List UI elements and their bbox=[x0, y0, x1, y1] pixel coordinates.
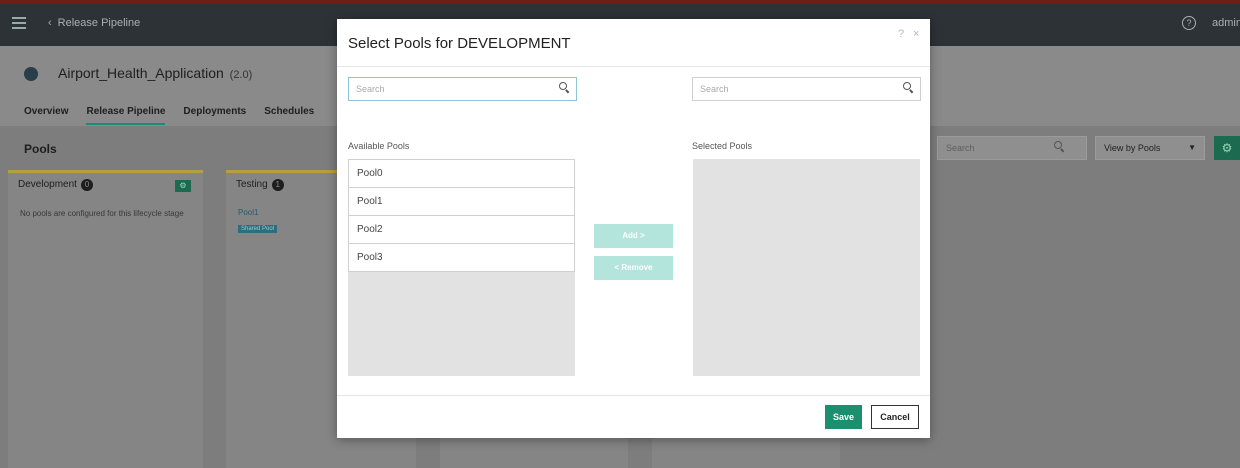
back-link-label: Release Pipeline bbox=[57, 17, 141, 29]
available-pools-label: Available Pools bbox=[348, 141, 410, 151]
application-name: Airport_Health_Application bbox=[58, 65, 224, 81]
pools-section-title: Pools bbox=[24, 142, 57, 156]
search-icon bbox=[1054, 141, 1065, 153]
available-pool-item[interactable]: Pool3 bbox=[348, 243, 575, 272]
available-pool-item[interactable]: Pool0 bbox=[348, 159, 575, 188]
available-pools-search-input[interactable] bbox=[349, 78, 549, 100]
cancel-button[interactable]: Cancel bbox=[871, 405, 919, 429]
application-tabs: Overview Release Pipeline Deployments Sched… bbox=[24, 101, 332, 125]
stage-pool-link[interactable]: Pool1 bbox=[238, 208, 258, 217]
dialog-title: Select Pools for DEVELOPMENT bbox=[348, 35, 571, 52]
help-icon[interactable]: ? bbox=[1182, 16, 1196, 30]
tab-schedules[interactable]: Schedules bbox=[264, 106, 314, 123]
view-by-value: View by Pools bbox=[1104, 143, 1161, 153]
chevron-left-icon: ‹ bbox=[48, 17, 52, 29]
remove-pool-button[interactable]: < Remove bbox=[594, 256, 673, 280]
selected-pools-list bbox=[693, 159, 920, 376]
user-menu[interactable]: admin bbox=[1212, 17, 1240, 29]
stage-pool-count: 0 bbox=[80, 179, 93, 191]
stage-settings-button[interactable]: ⚙ bbox=[175, 180, 191, 192]
available-pool-item[interactable]: Pool2 bbox=[348, 215, 575, 244]
shared-pool-badge: Shared Pool bbox=[238, 225, 278, 233]
view-by-select[interactable]: View by Pools ▼ bbox=[1095, 136, 1205, 160]
selected-pools-label: Selected Pools bbox=[692, 141, 753, 151]
stage-name: Testing bbox=[236, 179, 268, 190]
tab-deployments[interactable]: Deployments bbox=[183, 106, 246, 123]
save-button[interactable]: Save bbox=[825, 405, 862, 429]
pools-search-field[interactable]: Search bbox=[937, 136, 1087, 160]
application-title: Airport_Health_Application (2.0) bbox=[58, 65, 252, 81]
available-pool-item[interactable]: Pool1 bbox=[348, 187, 575, 216]
application-version: (2.0) bbox=[229, 69, 253, 81]
stage-empty-message: No pools are configured for this lifecyc… bbox=[20, 209, 184, 218]
pools-search-placeholder: Search bbox=[946, 143, 975, 153]
application-avatar bbox=[24, 67, 38, 81]
hamburger-menu-icon[interactable] bbox=[12, 17, 26, 29]
search-icon bbox=[559, 82, 570, 94]
stage-pool-count: 1 bbox=[271, 179, 284, 191]
stage-title: Development 0 bbox=[18, 179, 93, 191]
stage-header: Development 0 ⚙ bbox=[8, 170, 203, 196]
dialog-close-icon[interactable]: × bbox=[913, 28, 919, 40]
available-pools-search[interactable] bbox=[348, 77, 577, 101]
stage-name: Development bbox=[18, 179, 77, 190]
dialog-header: Select Pools for DEVELOPMENT ? × bbox=[337, 19, 930, 67]
caret-down-icon: ▼ bbox=[1188, 143, 1196, 152]
tab-overview[interactable]: Overview bbox=[24, 106, 68, 123]
settings-gear-button[interactable]: ⚙ bbox=[1214, 136, 1240, 160]
select-pools-dialog: Select Pools for DEVELOPMENT ? × Availab… bbox=[337, 19, 930, 438]
stage-title: Testing 1 bbox=[236, 179, 284, 191]
dialog-help-icon[interactable]: ? bbox=[898, 28, 904, 40]
tab-release-pipeline[interactable]: Release Pipeline bbox=[86, 106, 166, 125]
add-pool-button[interactable]: Add > bbox=[594, 224, 673, 248]
selected-pools-search-input[interactable] bbox=[693, 78, 893, 100]
search-icon bbox=[903, 82, 914, 94]
back-to-release-pipeline-link[interactable]: ‹ Release Pipeline bbox=[48, 17, 140, 29]
stage-column-development: Development 0 ⚙ No pools are configured f… bbox=[8, 170, 203, 468]
selected-pools-search[interactable] bbox=[692, 77, 921, 101]
available-pools-list: Pool0 Pool1 Pool2 Pool3 bbox=[348, 159, 575, 376]
